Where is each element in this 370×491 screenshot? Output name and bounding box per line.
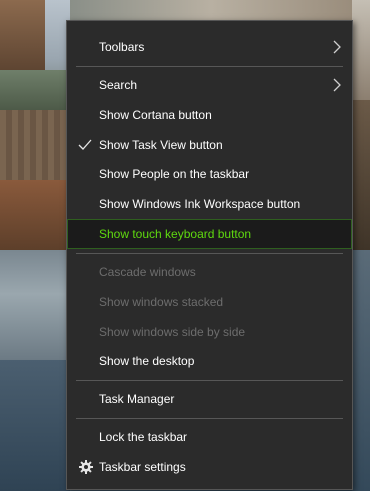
menu-item-show-people[interactable]: Show People on the taskbar <box>68 160 351 188</box>
menu-item-label: Show touch keyboard button <box>99 227 252 241</box>
menu-separator <box>76 418 343 419</box>
wallpaper-water-right <box>352 250 370 491</box>
menu-item-cascade-windows[interactable]: Cascade windows <box>68 258 351 286</box>
taskbar-context-menu: Toolbars Search Show Cortana button Show… <box>66 20 353 490</box>
menu-item-windows-stacked[interactable]: Show windows stacked <box>68 288 351 316</box>
wallpaper-house <box>0 180 70 250</box>
menu-item-show-desktop[interactable]: Show the desktop <box>68 347 351 375</box>
menu-item-label: Show windows side by side <box>99 325 246 339</box>
wallpaper-roof <box>0 70 70 110</box>
wallpaper-rocks <box>0 250 70 360</box>
menu-item-show-ink-workspace[interactable]: Show Windows Ink Workspace button <box>68 190 351 218</box>
wallpaper-wall <box>0 110 70 180</box>
menu-item-taskbar-settings[interactable]: Taskbar settings <box>68 453 351 481</box>
menu-item-search[interactable]: Search <box>68 71 351 99</box>
menu-item-label: Show People on the taskbar <box>99 167 250 181</box>
checkmark-icon <box>78 139 92 150</box>
menu-separator <box>76 253 343 254</box>
menu-item-windows-side-by-side[interactable]: Show windows side by side <box>68 318 351 346</box>
menu-item-show-cortana[interactable]: Show Cortana button <box>68 101 351 129</box>
menu-item-show-touch-keyboard[interactable]: Show touch keyboard button <box>67 219 352 249</box>
menu-item-label: Lock the taskbar <box>99 430 188 444</box>
menu-item-label: Show Cortana button <box>99 108 212 122</box>
menu-item-label: Show Windows Ink Workspace button <box>99 197 301 211</box>
menu-item-label: Toolbars <box>99 40 145 54</box>
menu-item-label: Taskbar settings <box>99 460 186 474</box>
chevron-right-icon <box>333 40 341 54</box>
wallpaper-wall-right <box>352 100 370 250</box>
menu-item-label: Show the desktop <box>99 354 195 368</box>
menu-item-label: Show windows stacked <box>99 295 224 309</box>
menu-item-label: Show Task View button <box>99 138 223 152</box>
menu-item-task-manager[interactable]: Task Manager <box>68 385 351 413</box>
menu-item-label: Cascade windows <box>99 265 196 279</box>
chevron-right-icon <box>333 78 341 92</box>
menu-item-lock-taskbar[interactable]: Lock the taskbar <box>68 423 351 451</box>
menu-item-show-task-view[interactable]: Show Task View button <box>68 131 351 159</box>
wallpaper-building <box>0 0 45 70</box>
menu-item-label: Task Manager <box>99 392 175 406</box>
menu-item-toolbars[interactable]: Toolbars <box>68 33 351 61</box>
wallpaper-water <box>0 360 70 491</box>
gear-icon <box>79 460 93 474</box>
menu-separator <box>76 380 343 381</box>
menu-separator <box>76 66 343 67</box>
wallpaper-top <box>70 0 352 20</box>
menu-item-label: Search <box>99 78 138 92</box>
wallpaper-tower <box>352 0 370 100</box>
